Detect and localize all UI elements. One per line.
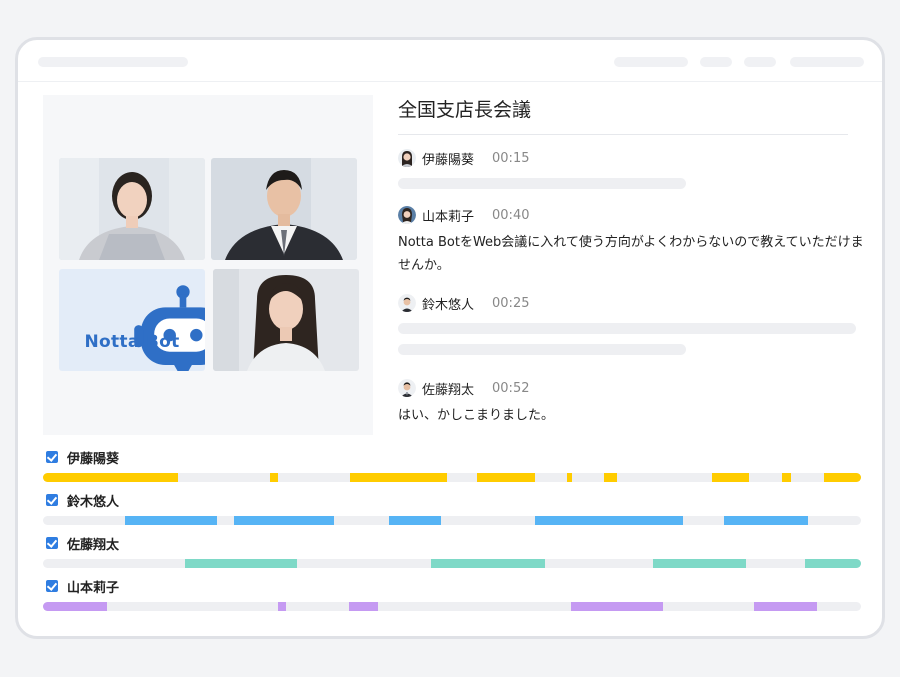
avatar	[398, 294, 416, 312]
lane-speaker-name: 鈴木悠人	[67, 494, 120, 510]
speaker-checkbox[interactable]	[46, 580, 58, 592]
speaker-checkbox[interactable]	[46, 451, 58, 463]
speaking-segment[interactable]	[277, 602, 286, 611]
speaking-segment[interactable]	[477, 473, 536, 482]
speaker-track[interactable]	[43, 602, 861, 611]
speaking-segment[interactable]	[43, 473, 178, 482]
lane-speaker-name: 伊藤陽葵	[67, 451, 120, 467]
avatar	[398, 149, 416, 167]
participant-video	[59, 158, 205, 260]
avatar	[398, 379, 416, 397]
title-placeholder	[38, 57, 188, 67]
speaking-segment[interactable]	[781, 473, 792, 482]
speaking-segment[interactable]	[712, 473, 749, 482]
transcript-entry[interactable]: 伊藤陽葵 00:15	[398, 148, 868, 189]
participant-video	[213, 269, 359, 371]
speaking-segment[interactable]	[269, 473, 278, 482]
speaker-name: 鈴木悠人	[422, 297, 475, 313]
app-window: Notta Bot 全国支店長会議 伊藤陽葵 00:15 山本莉子 00:40 …	[15, 37, 885, 639]
participant-video	[211, 158, 357, 260]
speaking-segment[interactable]	[124, 516, 218, 525]
transcript-text: はい、かしこまりました。	[398, 408, 555, 423]
speaking-segment[interactable]	[567, 473, 573, 482]
text-placeholder	[398, 178, 686, 189]
speaking-segment[interactable]	[570, 602, 664, 611]
timeline-lane: 鈴木悠人	[43, 491, 861, 535]
speaker-checkbox[interactable]	[46, 537, 58, 549]
speaker-track[interactable]	[43, 516, 861, 525]
speaking-segment[interactable]	[653, 559, 746, 568]
text-placeholder	[398, 344, 686, 355]
notta-bot-tile: Notta Bot	[59, 269, 205, 371]
transcript-entry[interactable]: 鈴木悠人 00:25	[398, 293, 868, 355]
speaking-segment[interactable]	[389, 516, 442, 525]
speaking-segment[interactable]	[349, 473, 448, 482]
speaking-segment[interactable]	[753, 602, 817, 611]
speaking-segment[interactable]	[43, 602, 107, 611]
speaker-name: 伊藤陽葵	[422, 152, 475, 168]
speaking-segment[interactable]	[430, 559, 546, 568]
timeline-lane: 山本莉子	[43, 577, 861, 621]
speaking-segment[interactable]	[185, 559, 298, 568]
speaker-track[interactable]	[43, 559, 861, 568]
lane-speaker-name: 山本莉子	[67, 580, 120, 596]
text-placeholder	[398, 323, 856, 334]
menu-placeholder[interactable]	[744, 57, 776, 67]
video-call-panel: Notta Bot	[43, 95, 373, 435]
speaker-track[interactable]	[43, 473, 861, 482]
timeline-lane: 伊藤陽葵	[43, 448, 861, 492]
menu-placeholder[interactable]	[700, 57, 732, 67]
transcript-entry[interactable]: 山本莉子 00:40 Notta BotをWeb会議に入れて使う方向がよくわから…	[398, 205, 868, 277]
speaking-segment[interactable]	[824, 473, 861, 482]
speaking-segment[interactable]	[604, 473, 618, 482]
timestamp[interactable]: 00:15	[492, 151, 529, 166]
menu-placeholder[interactable]	[614, 57, 688, 67]
robot-icon	[134, 285, 205, 371]
transcript-panel: 全国支店長会議 伊藤陽葵 00:15 山本莉子 00:40 Notta Botを…	[398, 95, 868, 423]
speaking-segment[interactable]	[723, 516, 808, 525]
speaking-segment[interactable]	[348, 602, 378, 611]
avatar	[398, 206, 416, 224]
speaker-checkbox[interactable]	[46, 494, 58, 506]
top-bar	[18, 40, 882, 82]
meeting-title: 全国支店長会議	[398, 99, 532, 121]
transcript-entry[interactable]: 佐藤翔太 00:52 はい、かしこまりました。	[398, 378, 868, 427]
timeline-lane: 佐藤翔太	[43, 534, 861, 578]
transcript-text: Notta BotをWeb会議に入れて使う方向がよくわからないので教えていただけ…	[398, 235, 864, 273]
speaker-name: 佐藤翔太	[422, 382, 475, 398]
menu-placeholder[interactable]	[790, 57, 864, 67]
timestamp[interactable]: 00:52	[492, 381, 529, 396]
lane-speaker-name: 佐藤翔太	[67, 537, 120, 553]
divider	[398, 134, 848, 135]
speaking-segment[interactable]	[534, 516, 683, 525]
bot-label: Notta Bot	[84, 332, 180, 352]
timestamp[interactable]: 00:25	[492, 296, 529, 311]
timestamp[interactable]: 00:40	[492, 208, 529, 223]
speaking-segment[interactable]	[233, 516, 335, 525]
speaker-name: 山本莉子	[422, 209, 475, 225]
speaking-segment[interactable]	[805, 559, 861, 568]
